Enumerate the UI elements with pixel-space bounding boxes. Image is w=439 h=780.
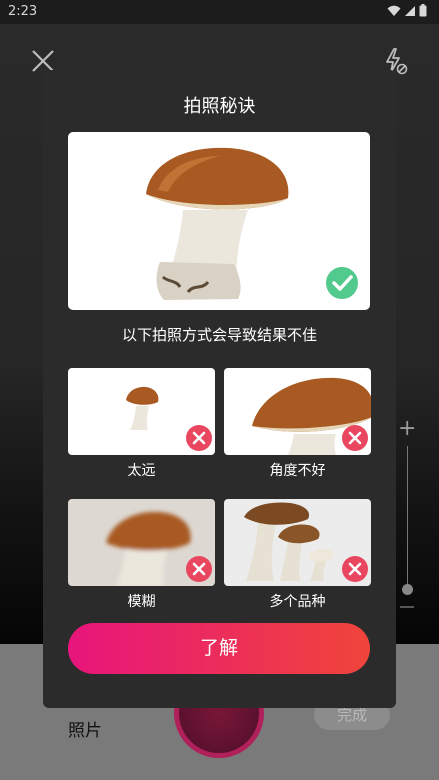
got-it-button[interactable]: 了解 bbox=[68, 623, 370, 674]
zoom-slider-handle[interactable] bbox=[402, 584, 413, 595]
bad-example-label: 太远 bbox=[127, 463, 156, 479]
cross-icon bbox=[342, 556, 368, 582]
dialog-subtitle: 以下拍照方式会导致结果不佳 bbox=[121, 326, 317, 344]
zoom-in-icon[interactable]: + bbox=[398, 416, 416, 441]
bad-example-label: 角度不好 bbox=[269, 463, 326, 479]
zoom-slider-track[interactable] bbox=[407, 446, 408, 586]
status-time: 2:23 bbox=[8, 4, 38, 19]
zoom-out-icon[interactable] bbox=[400, 606, 414, 608]
battery-icon bbox=[419, 4, 427, 17]
cross-icon bbox=[186, 425, 212, 451]
bad-example-label: 模糊 bbox=[127, 594, 156, 610]
dialog-title: 拍照秘诀 bbox=[183, 96, 256, 117]
photo-tips-dialog: 拍照秘诀 以下拍照方式会导致结果不佳 太远 角度不好 模糊 多个品种 了解 bbox=[43, 70, 396, 708]
signal-icon bbox=[405, 5, 415, 16]
cross-icon bbox=[186, 556, 212, 582]
wifi-icon bbox=[387, 5, 401, 16]
cross-icon bbox=[342, 425, 368, 451]
photo-mode-label[interactable]: 照片 bbox=[68, 716, 102, 741]
status-icons bbox=[387, 4, 427, 17]
status-bar: 2:23 bbox=[0, 0, 439, 24]
bad-example-label: 多个品种 bbox=[269, 594, 326, 610]
check-icon bbox=[324, 265, 360, 301]
